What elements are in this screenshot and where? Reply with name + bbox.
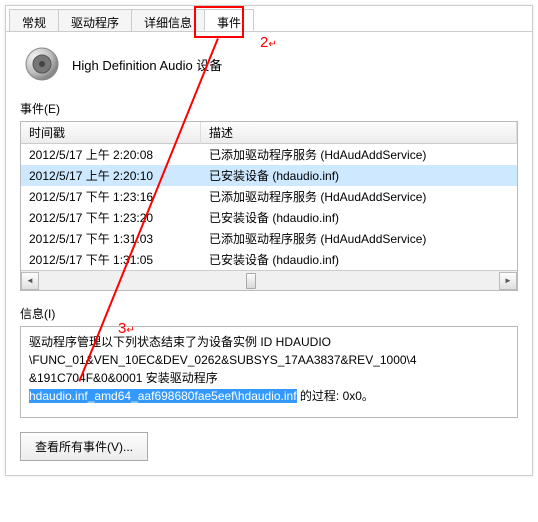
table-row[interactable]: 2012/5/17 下午 1:23:20 已安装设备 (hdaudio.inf) [21,207,517,228]
view-all-events-button[interactable]: 查看所有事件(V)... [20,432,148,461]
events-table: 时间戳 描述 2012/5/17 上午 2:20:08 已添加驱动程序服务 (H… [20,121,518,291]
horizontal-scrollbar[interactable]: ◄ ► [21,270,517,290]
cell-timestamp: 2012/5/17 下午 1:31:03 [21,228,201,249]
cell-timestamp: 2012/5/17 上午 2:20:10 [21,165,201,186]
tab-details[interactable]: 详细信息 [131,9,205,31]
info-text: 的过程: 0x0。 [297,389,374,403]
cell-timestamp: 2012/5/17 下午 1:23:20 [21,207,201,228]
cell-description: 已安装设备 (hdaudio.inf) [201,207,517,228]
speaker-icon [24,46,60,82]
scroll-right-button[interactable]: ► [499,272,517,290]
cell-timestamp: 2012/5/17 下午 1:23:16 [21,186,201,207]
table-header: 时间戳 描述 [21,122,517,144]
info-highlight: hdaudio.inf_amd64_aaf698680fae5eef\hdaud… [29,389,297,403]
cell-description: 已安装设备 (hdaudio.inf) [201,249,517,270]
table-row[interactable]: 2012/5/17 下午 1:31:03 已添加驱动程序服务 (HdAudAdd… [21,228,517,249]
properties-dialog: 常规 驱动程序 详细信息 事件 2↵ [5,5,533,476]
cell-description: 已添加驱动程序服务 (HdAudAddService) [201,144,517,165]
table-row[interactable]: 2012/5/17 下午 1:23:16 已添加驱动程序服务 (HdAudAdd… [21,186,517,207]
events-label: 事件(E) [20,100,518,117]
tab-general[interactable]: 常规 [9,9,59,31]
info-text: &191C704F&0&0001 安装驱动程序 [29,371,218,385]
scroll-thumb[interactable] [246,273,256,289]
column-description[interactable]: 描述 [201,121,517,144]
device-name: High Definition Audio 设备 [72,55,222,74]
cell-description: 已添加驱动程序服务 (HdAudAddService) [201,186,517,207]
table-row[interactable]: 2012/5/17 上午 2:20:08 已添加驱动程序服务 (HdAudAdd… [21,144,517,165]
info-label: 信息(I) [20,305,518,322]
table-row[interactable]: 2012/5/17 上午 2:20:10 已安装设备 (hdaudio.inf) [21,165,517,186]
scroll-left-button[interactable]: ◄ [21,272,39,290]
cell-description: 已添加驱动程序服务 (HdAudAddService) [201,228,517,249]
column-timestamp[interactable]: 时间戳 [21,121,201,144]
scroll-track[interactable] [39,272,499,290]
device-header: High Definition Audio 设备 [20,46,518,82]
table-row[interactable]: 2012/5/17 下午 1:31:05 已安装设备 (hdaudio.inf) [21,249,517,270]
cell-timestamp: 2012/5/17 下午 1:31:05 [21,249,201,270]
info-text: 驱动程序管理以下列状态结束了为设备实例 ID HDAUDIO [29,335,331,349]
tab-driver[interactable]: 驱动程序 [58,9,132,31]
tab-body: High Definition Audio 设备 事件(E) 时间戳 描述 20… [6,32,532,475]
tab-events[interactable]: 事件 [204,9,254,31]
tab-strip: 常规 驱动程序 详细信息 事件 [6,6,532,32]
table-body[interactable]: 2012/5/17 上午 2:20:08 已添加驱动程序服务 (HdAudAdd… [21,144,517,270]
cell-description: 已安装设备 (hdaudio.inf) [201,165,517,186]
